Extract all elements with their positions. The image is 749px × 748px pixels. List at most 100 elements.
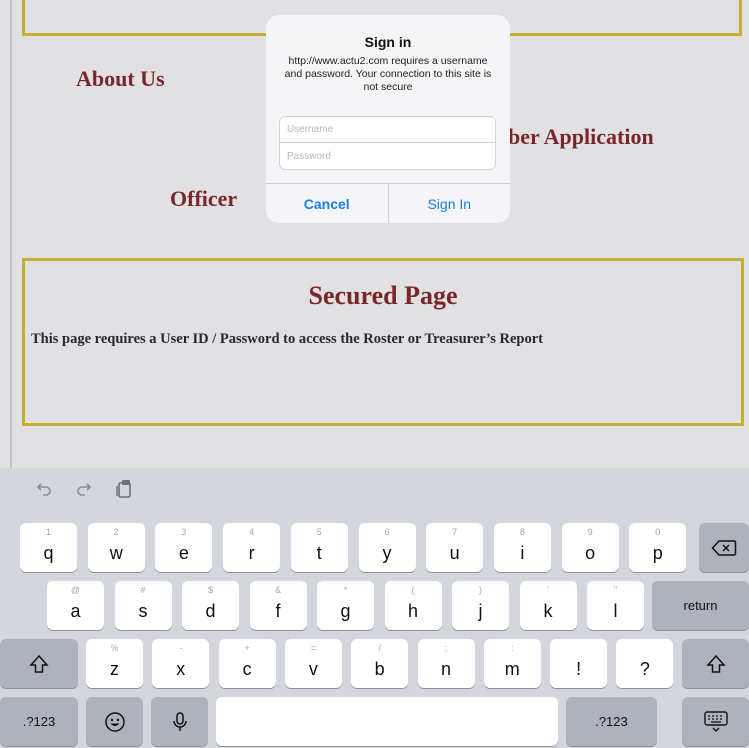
- key-r2-1[interactable]: # s: [114, 581, 172, 630]
- key-hint: ": [613, 585, 618, 595]
- key-hint: 7: [452, 527, 458, 537]
- key-label: x: [176, 659, 186, 679]
- key-label: c: [242, 659, 252, 679]
- key-r3-1[interactable]: -x: [152, 639, 210, 688]
- key-label: t: [316, 543, 322, 563]
- key-hint: 8: [519, 527, 525, 537]
- key-r1-7[interactable]: 8i: [493, 523, 551, 572]
- key-label: i: [520, 543, 525, 563]
- shift-key-left[interactable]: [0, 639, 78, 688]
- key-r2-4[interactable]: * g: [317, 581, 374, 630]
- key-r3-0[interactable]: % z: [86, 639, 143, 688]
- key-label: n: [440, 659, 451, 679]
- key-label: s: [138, 601, 148, 621]
- keyboard-dismiss-icon: [703, 710, 728, 732]
- key-r3-4[interactable]: / b: [351, 639, 409, 688]
- key-r3-3[interactable]: = v: [284, 639, 342, 688]
- space-bar[interactable]: [216, 697, 558, 746]
- dialog-title: Sign in: [364, 34, 412, 50]
- microphone-icon: [172, 711, 187, 731]
- key-label: d: [205, 601, 216, 621]
- key-label: j: [478, 601, 483, 621]
- backspace-key[interactable]: [699, 523, 749, 572]
- undo-icon[interactable]: [34, 477, 54, 501]
- key-label: v: [308, 659, 318, 679]
- delete-icon: [711, 539, 737, 556]
- key-label: ?: [639, 659, 650, 679]
- redo-icon[interactable]: [74, 477, 94, 501]
- key-label: q: [43, 543, 54, 563]
- key-r2-5[interactable]: (h: [384, 581, 442, 630]
- key-label: e: [178, 543, 189, 563]
- key-label: z: [110, 659, 119, 679]
- key-r2-3[interactable]: & f: [249, 581, 307, 630]
- key-label: o: [585, 543, 596, 563]
- key-r2-7[interactable]: ' k: [519, 581, 577, 630]
- numbers-key-label: .?123: [595, 714, 628, 729]
- return-key[interactable]: return: [652, 581, 749, 630]
- key-label: !: [576, 659, 582, 679]
- shift-icon: [29, 654, 49, 673]
- dialog-actions: Cancel Sign In: [266, 183, 510, 223]
- numbers-key-label: .?123: [22, 714, 56, 729]
- sign-in-button[interactable]: Sign In: [389, 184, 511, 223]
- key-r1-4[interactable]: 5t: [290, 523, 348, 572]
- key-hint: &: [274, 585, 281, 595]
- clipboard-icon[interactable]: [114, 477, 134, 501]
- key-hint: @: [70, 585, 81, 595]
- key-hint: *: [343, 585, 348, 595]
- key-r2-0[interactable]: @ a: [47, 581, 104, 630]
- key-r2-8[interactable]: " l: [587, 581, 644, 630]
- key-r1-5[interactable]: 6y: [358, 523, 416, 572]
- key-label: f: [275, 601, 281, 621]
- key-r3-5[interactable]: ; n: [417, 639, 475, 688]
- key-label: h: [407, 601, 418, 621]
- key-hint: (: [411, 585, 415, 595]
- key-hint: +: [244, 643, 250, 653]
- key-label: y: [382, 543, 392, 563]
- numbers-key-left[interactable]: .?123: [0, 697, 78, 746]
- key-r1-8[interactable]: 9o: [561, 523, 619, 572]
- key-hint: $: [207, 585, 213, 595]
- key-label: r: [248, 543, 255, 563]
- key-hint: 9: [587, 527, 593, 537]
- emoji-key[interactable]: [86, 697, 143, 746]
- key-label: m: [504, 659, 520, 679]
- key-r1-0[interactable]: 1q: [20, 523, 77, 572]
- password-input[interactable]: Password: [279, 143, 496, 170]
- key-r1-6[interactable]: 7u: [426, 523, 484, 572]
- key-r2-6[interactable]: ) j: [452, 581, 509, 630]
- key-label: w: [109, 543, 123, 563]
- key-label: b: [374, 659, 385, 679]
- key-r3-7[interactable]: !: [550, 639, 608, 688]
- key-r1-3[interactable]: 4r: [223, 523, 281, 572]
- key-hint: -: [179, 643, 183, 653]
- numbers-key-right[interactable]: .?123: [566, 697, 657, 746]
- key-label: g: [340, 601, 351, 621]
- key-r2-2[interactable]: $ d: [182, 581, 239, 630]
- dictation-key[interactable]: [151, 697, 208, 746]
- emoji-icon: [104, 711, 125, 732]
- key-r1-2[interactable]: 3e: [155, 523, 213, 572]
- key-hint: 4: [249, 527, 255, 537]
- on-screen-keyboard: return .?123 .?123 1 q 2 w 3 e 4 r 5 t 6 y 7 u 8 i 9 o 0 p @…: [0, 468, 749, 748]
- key-hint: #: [140, 585, 146, 595]
- key-r3-2[interactable]: + c: [218, 639, 276, 688]
- key-label: p: [652, 543, 663, 563]
- key-r3-8[interactable]: ?: [616, 639, 674, 688]
- key-hint: ;: [444, 643, 448, 653]
- dismiss-keyboard-key[interactable]: [682, 697, 749, 746]
- key-label: u: [449, 543, 460, 563]
- key-r1-9[interactable]: 0p: [629, 523, 687, 572]
- key-label: k: [543, 601, 553, 621]
- key-hint: =: [310, 643, 317, 653]
- cancel-button[interactable]: Cancel: [266, 184, 389, 223]
- key-r3-6[interactable]: :m: [483, 639, 541, 688]
- key-hint: ': [547, 585, 549, 595]
- key-r1-1[interactable]: 2w: [87, 523, 145, 572]
- username-input[interactable]: Username: [279, 116, 496, 143]
- key-hint: 3: [181, 527, 187, 537]
- shift-key-right[interactable]: [682, 639, 749, 688]
- shift-icon: [705, 654, 726, 673]
- key-hint: 1: [45, 527, 51, 537]
